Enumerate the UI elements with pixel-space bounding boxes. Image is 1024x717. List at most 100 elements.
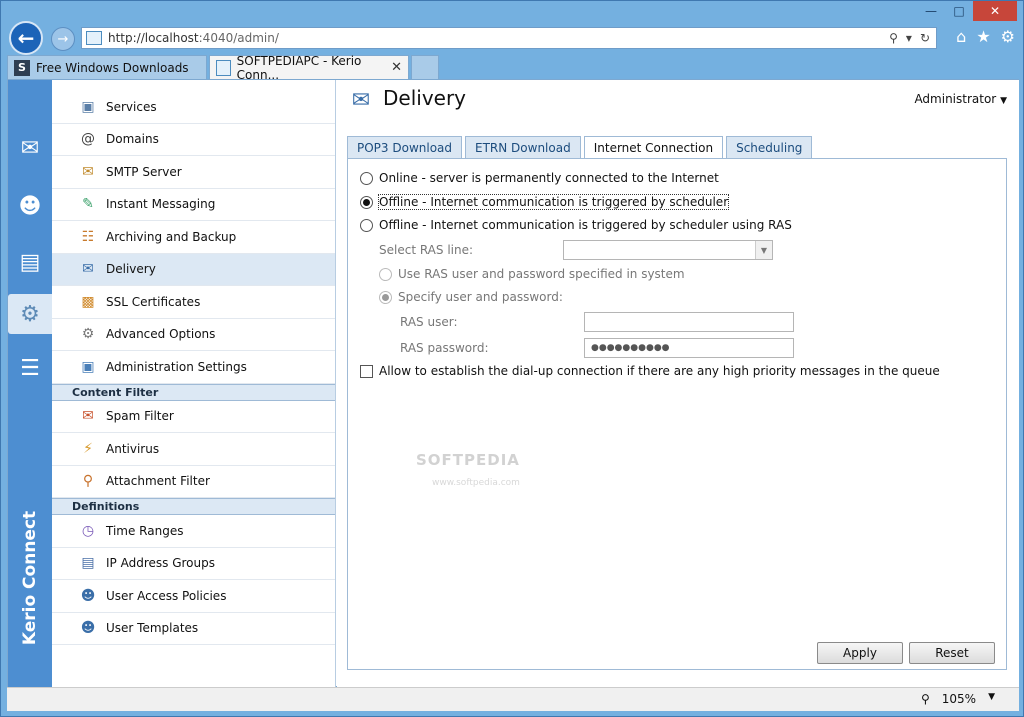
zoom-control[interactable]: ⚲ 105% ▼ (921, 692, 995, 706)
chevron-down-icon[interactable]: ▼ (988, 692, 995, 706)
ras-password-label: RAS password: (400, 341, 489, 355)
gear-icon[interactable]: ⚙ (8, 294, 52, 334)
section-header-content-filter: Content Filter (52, 383, 335, 401)
option-offline-ras[interactable]: Offline - Internet communication is trig… (360, 218, 792, 232)
search-icon[interactable]: ⚲ (889, 31, 898, 45)
spam-icon: ✉ (82, 408, 94, 425)
apply-button[interactable]: Apply (817, 642, 903, 664)
ras-user-input[interactable] (584, 312, 794, 332)
dialup-priority-checkbox[interactable] (360, 364, 373, 378)
document-icon[interactable]: ☰ (14, 352, 46, 384)
menu-item-administration-settings[interactable]: ▣ Administration Settings (52, 351, 335, 384)
antivirus-icon: ⚡ (83, 440, 93, 457)
tab-scheduling[interactable]: Scheduling (726, 136, 813, 158)
status-bar: ⚲ 105% ▼ (7, 687, 1019, 711)
user-menu[interactable]: Administrator ▼ (914, 92, 1007, 106)
admin-icon: ▣ (81, 358, 95, 375)
offline-scheduler-radio[interactable] (360, 195, 373, 209)
menu-item-ssl-certificates[interactable]: ▩ SSL Certificates (52, 286, 335, 319)
close-tab-icon[interactable]: ✕ (391, 60, 402, 75)
config-menu: ▣ Services @ Domains ✉ SMTP Server ✎ Instant… (52, 80, 336, 688)
close-window-icon[interactable]: ✕ (973, 1, 1017, 21)
menu-item-spam-filter[interactable]: ✉ Spam Filter (52, 401, 335, 433)
online-radio[interactable] (360, 171, 373, 185)
dropdown-icon[interactable]: ▾ (906, 31, 912, 45)
internet-connection-panel: Online - server is permanently connected… (347, 158, 1007, 670)
new-tab-button[interactable] (411, 55, 439, 79)
ras-user-label: RAS user: (400, 315, 458, 329)
window-controls: — □ ✕ (917, 1, 1017, 21)
reset-button[interactable]: Reset (909, 642, 995, 664)
kerio-favicon-icon (216, 59, 231, 76)
menu-item-domains[interactable]: @ Domains (52, 124, 335, 156)
ras-line-select[interactable]: ▼ (563, 240, 773, 260)
option-specify-credentials[interactable]: Specify user and password: (379, 290, 563, 304)
browser-tab-free-windows-downloads[interactable]: S Free Windows Downloads (7, 55, 207, 79)
advanced-gear-icon: ⚙ (81, 326, 95, 343)
menu-item-user-access-policies[interactable]: ☻ User Access Policies (52, 580, 335, 613)
menu-item-smtp-server[interactable]: ✉ SMTP Server (52, 156, 335, 189)
browser-tab-kerio[interactable]: SOFTPEDIAPC - Kerio Conn... ✕ (209, 54, 409, 82)
ip-book-icon: ▤ (81, 555, 95, 572)
users-icon[interactable]: ☻ (14, 190, 46, 222)
tab-pop3-download[interactable]: POP3 Download (347, 136, 463, 158)
chart-icon[interactable]: ▤ (14, 246, 46, 278)
page-title: Delivery (383, 86, 467, 110)
address-bar[interactable]: http://localhost:4040/admin/ ⚲ ▾ ↻ (81, 27, 937, 49)
navigation-bar: ← → http://localhost:4040/admin/ ⚲ ▾ ↻ ⌂… (7, 21, 1019, 55)
menu-item-antivirus[interactable]: ⚡ Antivirus (52, 433, 335, 466)
menu-item-ip-address-groups[interactable]: ▤ IP Address Groups (52, 548, 335, 580)
minimize-icon[interactable]: — (917, 1, 945, 21)
menu-item-services[interactable]: ▣ Services (52, 91, 335, 124)
menu-item-archiving[interactable]: ☷ Archiving and Backup (52, 221, 335, 254)
home-icon[interactable]: ⌂ (956, 27, 966, 46)
icon-rail: ✉ ☻ ▤ ⚙ ☰ Kerio Connect (8, 80, 52, 688)
forward-arrow-icon[interactable]: → (51, 27, 75, 51)
specify-credentials-radio[interactable] (379, 290, 392, 304)
watermark-url: www.softpedia.com (432, 478, 520, 488)
option-dialup-priority[interactable]: Allow to establish the dial-up connectio… (360, 364, 940, 378)
ras-password-input[interactable]: ●●●●●●●●●● (584, 338, 794, 358)
delivery-icon: ✉ (351, 87, 371, 113)
chevron-down-icon: ▼ (1000, 96, 1007, 106)
brand-logo: Kerio Connect (20, 510, 40, 646)
clock-icon: ◷ (81, 522, 95, 539)
use-system-radio[interactable] (379, 267, 392, 281)
attachment-icon: ⚲ (82, 473, 94, 490)
template-icon: ☻ (80, 620, 96, 637)
tab-internet-connection[interactable]: Internet Connection (583, 136, 724, 159)
back-arrow-icon[interactable]: ← (9, 21, 43, 55)
delivery-tabs: POP3 Download ETRN Download Internet Con… (347, 136, 815, 159)
watermark-title: SOFTPEDIA (416, 451, 520, 469)
maximize-icon[interactable]: □ (945, 1, 973, 21)
softpedia-favicon-icon: S (14, 59, 30, 76)
browser-window: — □ ✕ ← → http://localhost:4040/admin/ ⚲… (0, 0, 1024, 717)
menu-item-attachment-filter[interactable]: ⚲ Attachment Filter (52, 466, 335, 498)
offline-ras-radio[interactable] (360, 218, 373, 232)
option-use-system-credentials[interactable]: Use RAS user and password specified in s… (379, 267, 685, 281)
page-favicon-icon (86, 31, 102, 45)
archive-icon: ☷ (81, 228, 95, 245)
refresh-icon[interactable]: ↻ (920, 31, 930, 45)
tab-etrn-download[interactable]: ETRN Download (465, 136, 581, 158)
zoom-icon: ⚲ (920, 692, 930, 706)
menu-item-advanced-options[interactable]: ⚙ Advanced Options (52, 319, 335, 351)
mail-icon[interactable]: ✉ (14, 132, 46, 164)
menu-item-time-ranges[interactable]: ◷ Time Ranges (52, 515, 335, 548)
settings-gear-icon[interactable]: ⚙ (1001, 27, 1015, 46)
chevron-down-icon[interactable]: ▼ (755, 241, 772, 259)
section-header-definitions: Definitions (52, 498, 335, 515)
menu-item-instant-messaging[interactable]: ✎ Instant Messaging (52, 189, 335, 221)
page-header: ✉ Delivery Administrator ▼ (337, 80, 1019, 122)
menu-item-user-templates[interactable]: ☻ User Templates (52, 613, 335, 645)
option-offline-scheduler[interactable]: Offline - Internet communication is trig… (360, 194, 730, 210)
delivery-icon: ✉ (82, 261, 94, 278)
chat-icon: ✎ (82, 196, 94, 213)
browser-tabs: S Free Windows Downloads SOFTPEDIAPC - K… (7, 54, 1019, 82)
favorites-star-icon[interactable]: ★ (976, 27, 990, 46)
services-icon: ▣ (81, 98, 95, 115)
menu-item-delivery[interactable]: ✉ Delivery (52, 253, 335, 286)
url-text[interactable]: http://localhost:4040/admin/ (108, 31, 889, 45)
envelope-icon: ✉ (82, 163, 94, 180)
option-online[interactable]: Online - server is permanently connected… (360, 171, 719, 185)
